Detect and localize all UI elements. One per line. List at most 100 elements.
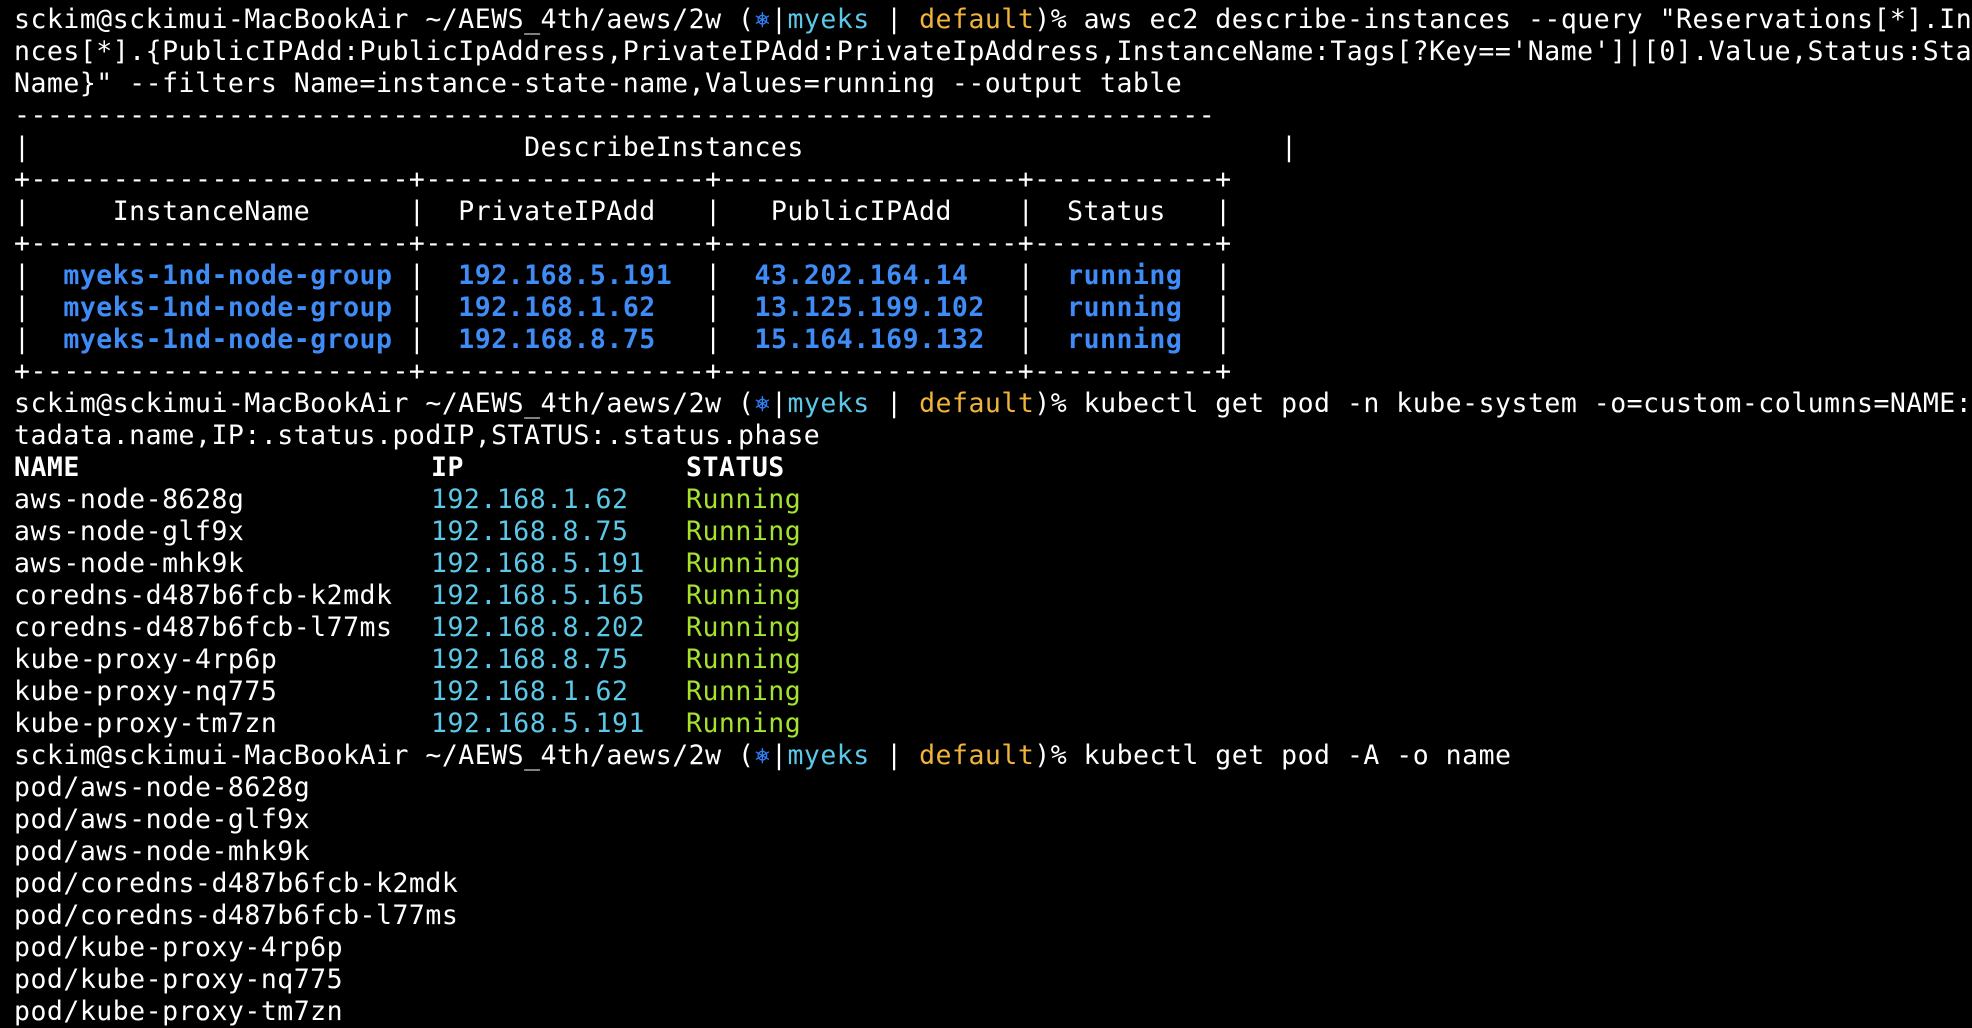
pod-status: Running (686, 676, 802, 707)
prompt-path: ~/AEWS_4th/aews/2w (425, 388, 722, 419)
prompt-separator: | (869, 740, 920, 771)
pod-status: Running (686, 708, 802, 739)
pod-row: coredns-d487b6fcb-k2mdk 192.168.5.165 Runn… (14, 580, 1972, 612)
kubernetes-icon: ⎈ (754, 740, 771, 771)
prompt-namespace: default (919, 388, 1035, 419)
pod-row: aws-node-mhk9k 192.168.5.191 Running (14, 548, 1972, 580)
private-ip: 192.168.5.191 (458, 260, 673, 291)
pod-name-output: pod/aws-node-mhk9k (14, 836, 311, 867)
prompt-line: sckim@sckimui-MacBookAir ~/AEWS_4th/aews… (14, 4, 1972, 36)
pod-ip: 192.168.1.62 (431, 484, 629, 515)
prompt-paren-close: )% (1034, 740, 1068, 771)
prompt-paren-close: )% (1034, 4, 1068, 35)
pods-header: NAME IP STATUS (14, 452, 1972, 484)
kubernetes-icon: ⎈ (754, 388, 771, 419)
pod-name: aws-node-mhk9k (14, 548, 245, 579)
prompt-path: ~/AEWS_4th/aews/2w (425, 4, 722, 35)
column-header-ip: IP (431, 452, 464, 483)
instance-status: running (1067, 292, 1183, 323)
prompt-namespace: default (919, 740, 1035, 771)
command-text: aws ec2 describe-instances --query "Rese… (1083, 4, 1972, 35)
pod-ip: 192.168.1.62 (431, 676, 629, 707)
table-border: +-----------------------+---------------… (14, 164, 1232, 195)
pod-ip: 192.168.8.75 (431, 516, 629, 547)
pod-ip: 192.168.8.75 (431, 644, 629, 675)
pod-name-output: pod/kube-proxy-4rp6p (14, 932, 344, 963)
column-header-name: NAME (14, 452, 80, 483)
table-border: +-----------------------+---------------… (14, 228, 1232, 259)
pod-status: Running (686, 484, 802, 515)
prompt-paren-close: )% (1034, 388, 1068, 419)
public-ip: 13.125.199.102 (754, 292, 985, 323)
prompt-user-host: sckim@sckimui-MacBookAir (14, 388, 409, 419)
pod-ip: 192.168.5.165 (431, 580, 645, 611)
prompt-line: sckim@sckimui-MacBookAir ~/AEWS_4th/aews… (14, 740, 1972, 772)
command-text: kubectl get pod -n kube-system -o=custom… (1083, 388, 1972, 419)
prompt-separator: | (869, 388, 920, 419)
prompt-context: myeks (787, 388, 870, 419)
kubernetes-icon: ⎈ (754, 4, 771, 35)
pod-name: kube-proxy-tm7zn (14, 708, 278, 739)
pod-name: kube-proxy-nq775 (14, 676, 278, 707)
pod-status: Running (686, 516, 802, 547)
pod-ip: 192.168.5.191 (431, 708, 645, 739)
pod-status: Running (686, 580, 802, 611)
pod-row: aws-node-glf9x 192.168.8.75 Running (14, 516, 1972, 548)
prompt-user-host: sckim@sckimui-MacBookAir (14, 740, 409, 771)
pod-name: kube-proxy-4rp6p (14, 644, 278, 675)
pod-row: kube-proxy-nq775 192.168.1.62 Running (14, 676, 1972, 708)
table-header: | InstanceName | PrivateIPAdd | PublicIP… (14, 196, 1232, 227)
instance-name: myeks-1nd-node-group (63, 324, 393, 355)
prompt-paren-open: ( (738, 740, 755, 771)
pod-name-output: pod/kube-proxy-tm7zn (14, 996, 344, 1027)
prompt-line: sckim@sckimui-MacBookAir ~/AEWS_4th/aews… (14, 388, 1972, 420)
table-title: | DescribeInstances | (14, 132, 1298, 163)
prompt-context: myeks (787, 4, 870, 35)
instance-status: running (1067, 324, 1183, 355)
pod-row: aws-node-8628g 192.168.1.62 Running (14, 484, 1972, 516)
pod-name-output: pod/aws-node-glf9x (14, 804, 311, 835)
prompt-paren-open: ( (738, 388, 755, 419)
pod-name: coredns-d487b6fcb-l77ms (14, 612, 393, 643)
terminal-window[interactable]: sckim@sckimui-MacBookAir ~/AEWS_4th/aews… (0, 0, 1972, 1028)
pod-status: Running (686, 612, 802, 643)
instance-name: myeks-1nd-node-group (63, 260, 393, 291)
prompt-separator: | (770, 740, 788, 771)
pod-row: kube-proxy-4rp6p 192.168.8.75 Running (14, 644, 1972, 676)
table-border: ----------------------------------------… (14, 100, 1216, 131)
public-ip: 15.164.169.132 (754, 324, 985, 355)
prompt-user-host: sckim@sckimui-MacBookAir (14, 4, 409, 35)
pod-status: Running (686, 548, 802, 579)
pod-name: coredns-d487b6fcb-k2mdk (14, 580, 393, 611)
pod-ip: 192.168.5.191 (431, 548, 645, 579)
pod-name-output: pod/aws-node-8628g (14, 772, 311, 803)
command-text: nces[*].{PublicIPAdd:PublicIpAddress,Pri… (14, 36, 1972, 67)
private-ip: 192.168.1.62 (458, 292, 656, 323)
private-ip: 192.168.8.75 (458, 324, 656, 355)
prompt-paren-open: ( (738, 4, 755, 35)
table-border: +-----------------------+---------------… (14, 356, 1232, 387)
pod-name: aws-node-8628g (14, 484, 245, 515)
command-text: Name}" --filters Name=instance-state-nam… (14, 68, 1183, 99)
table-row: | myeks-1nd-node-group | 192.168.5.191 |… (14, 260, 1232, 291)
pod-name-output: pod/coredns-d487b6fcb-l77ms (14, 900, 459, 931)
public-ip: 43.202.164.14 (754, 260, 969, 291)
pod-name: aws-node-glf9x (14, 516, 245, 547)
command-text: kubectl get pod -A -o name (1083, 740, 1512, 771)
prompt-separator: | (869, 4, 920, 35)
prompt-context: myeks (787, 740, 870, 771)
table-row: | myeks-1nd-node-group | 192.168.1.62 | … (14, 292, 1232, 323)
pod-row: kube-proxy-tm7zn 192.168.5.191 Running (14, 708, 1972, 740)
prompt-separator: | (770, 4, 788, 35)
pod-ip: 192.168.8.202 (431, 612, 645, 643)
prompt-namespace: default (919, 4, 1035, 35)
pod-status: Running (686, 644, 802, 675)
instance-status: running (1067, 260, 1183, 291)
command-text: tadata.name,IP:.status.podIP,STATUS:.sta… (14, 420, 821, 451)
table-row: | myeks-1nd-node-group | 192.168.8.75 | … (14, 324, 1232, 355)
prompt-path: ~/AEWS_4th/aews/2w (425, 740, 722, 771)
column-header-status: STATUS (686, 452, 785, 483)
instance-name: myeks-1nd-node-group (63, 292, 393, 323)
prompt-separator: | (770, 388, 788, 419)
pod-row: coredns-d487b6fcb-l77ms 192.168.8.202 Runn… (14, 612, 1972, 644)
